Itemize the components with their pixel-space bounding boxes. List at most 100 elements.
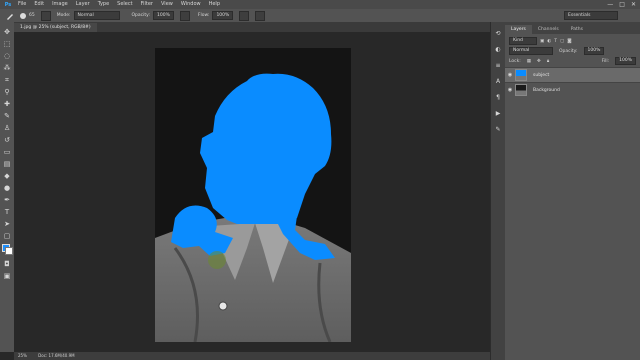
filter-shape-icon[interactable]: ▢ [560, 39, 564, 44]
menu-image[interactable]: Image [52, 0, 68, 9]
brush-picker[interactable]: 65 [20, 12, 35, 19]
filter-type-icon[interactable]: T [554, 39, 557, 44]
photo-image [155, 48, 351, 342]
brush-icon [7, 13, 13, 20]
screen-mode-icon[interactable]: ▣ [3, 272, 11, 280]
visibility-eye-icon[interactable]: ◉ [505, 87, 515, 93]
brush-tool-preset[interactable] [6, 12, 14, 20]
flow-label: Flow: [197, 13, 210, 18]
menu-help[interactable]: Help [209, 0, 220, 9]
minimize-button[interactable]: — [607, 1, 613, 8]
visibility-eye-icon[interactable]: ◉ [505, 72, 515, 78]
document-canvas[interactable] [155, 48, 351, 342]
airbrush-icon [239, 10, 250, 21]
airbrush-toggle[interactable] [239, 10, 250, 21]
history-icon[interactable]: ⟲ [494, 30, 502, 38]
blur-tool-icon[interactable]: ◆ [3, 172, 11, 180]
menu-select[interactable]: Select [117, 0, 132, 9]
character-icon[interactable]: A [494, 78, 502, 86]
type-tool-icon[interactable]: T [3, 208, 11, 216]
mode-select[interactable]: Normal [73, 11, 120, 20]
properties-icon[interactable]: ≡ [494, 62, 502, 70]
blend-mode-row: Normal Opacity: 100% [509, 47, 636, 55]
brush-tool-icon[interactable]: ✎ [3, 112, 11, 120]
pressure-opacity-toggle[interactable] [179, 10, 190, 21]
tab-paths[interactable]: Paths [565, 25, 589, 34]
pen-tool-icon[interactable]: ✒ [3, 196, 11, 204]
layer-kind-filter[interactable]: Kind [509, 37, 537, 45]
crop-tool-icon[interactable]: ⌗ [3, 76, 11, 84]
lock-move-icon[interactable]: ✥ [537, 59, 541, 64]
tools-panel: ✥ ⬚ ◌ ⁂ ⌗ ⚲ ✚ ✎ ♙ ↺ ▭ ▤ ◆ ● ✒ T ➤ ▢ ◘ ▣ [0, 22, 15, 352]
quick-select-tool-icon[interactable]: ⁂ [3, 64, 11, 72]
adjustments-icon[interactable]: ◐ [494, 46, 502, 54]
brush-tip-icon [20, 12, 26, 19]
menu-file[interactable]: File [18, 0, 26, 9]
panel-tabs: Layers Channels Paths [505, 22, 640, 34]
move-tool-icon[interactable]: ✥ [3, 28, 11, 36]
close-button[interactable]: ✕ [631, 1, 636, 8]
shape-tool-icon[interactable]: ▢ [3, 232, 11, 240]
filter-pixel-icon[interactable]: ▣ [540, 39, 544, 44]
workspace-select[interactable]: Essentials [564, 11, 618, 20]
path-select-tool-icon[interactable]: ➤ [3, 220, 11, 228]
filter-smart-icon[interactable]: ◙ [567, 39, 571, 44]
paragraph-icon[interactable]: ¶ [494, 94, 502, 102]
layer-row-subject[interactable]: ◉ subject [505, 67, 640, 82]
lock-pixels-icon[interactable]: ▦ [527, 59, 531, 64]
layer-name[interactable]: Background [533, 88, 560, 93]
brushes-icon[interactable]: ✎ [494, 126, 502, 134]
brush-panel-toggle[interactable] [40, 10, 51, 21]
fill-field[interactable]: 100% [615, 57, 636, 65]
menu-edit[interactable]: Edit [34, 0, 44, 9]
tab-layers[interactable]: Layers [505, 25, 532, 34]
tab-channels[interactable]: Channels [532, 25, 565, 34]
menu-type[interactable]: Type [98, 0, 109, 9]
actions-icon[interactable]: ▶ [494, 110, 502, 118]
layer-thumbnail [515, 69, 527, 81]
panel-opacity-field[interactable]: 100% [583, 47, 605, 55]
panel-dock: ⟲ ◐ ≡ A ¶ ▶ ✎ [490, 22, 505, 360]
layer-thumbnail [515, 84, 527, 96]
quick-mask-icon[interactable]: ◘ [3, 260, 11, 268]
layer-list: ◉ subject ◉ Background [505, 67, 640, 97]
app-logo: Ps [4, 1, 12, 8]
layer-name[interactable]: subject [533, 73, 549, 78]
zoom-level[interactable]: 25% [18, 353, 27, 358]
menu-window[interactable]: Window [181, 0, 201, 9]
layer-row-background[interactable]: ◉ Background [505, 82, 640, 97]
opacity-field[interactable]: 100% [153, 11, 174, 20]
pressure-icon [179, 10, 190, 21]
history-brush-tool-icon[interactable]: ↺ [3, 136, 11, 144]
document-tab-bar: 1.jpg @ 25% (subject, RGB/8#) [14, 23, 490, 32]
blend-mode-select[interactable]: Normal [509, 47, 553, 55]
eyedropper-tool-icon[interactable]: ⚲ [3, 88, 11, 96]
lock-row: Lock: ▦ ✥ 🔒︎ Fill: 100% [509, 57, 636, 65]
pressure-size-toggle[interactable] [255, 10, 266, 21]
menu-layer[interactable]: Layer [76, 0, 90, 9]
filter-adjustment-icon[interactable]: ◐ [547, 39, 551, 44]
menu-view[interactable]: View [161, 0, 173, 9]
gradient-tool-icon[interactable]: ▤ [3, 160, 11, 168]
opacity-label: Opacity: [131, 13, 151, 18]
fill-label: Fill: [601, 58, 610, 64]
layers-panel: Layers Channels Paths Kind ▣ ◐ T ▢ ◙ Nor… [505, 22, 640, 360]
menu-bar: Ps File Edit Image Layer Type Select Fil… [0, 0, 640, 9]
healing-tool-icon[interactable]: ✚ [3, 100, 11, 108]
marquee-tool-icon[interactable]: ⬚ [3, 40, 11, 48]
mode-label: Mode: [56, 13, 71, 18]
document-tab[interactable]: 1.jpg @ 25% (subject, RGB/8#) [14, 23, 97, 32]
layer-filter-row: Kind ▣ ◐ T ▢ ◙ [509, 37, 636, 45]
canvas-area[interactable] [14, 32, 490, 352]
background-color-swatch[interactable] [5, 247, 13, 255]
clone-stamp-tool-icon[interactable]: ♙ [3, 124, 11, 132]
flow-field[interactable]: 100% [212, 11, 234, 20]
maximize-button[interactable]: □ [619, 1, 625, 8]
menu-filter[interactable]: Filter [141, 0, 153, 9]
panel-opacity-label: Opacity: [559, 48, 578, 54]
lasso-tool-icon[interactable]: ◌ [3, 52, 11, 60]
dodge-tool-icon[interactable]: ● [3, 184, 11, 192]
lock-all-icon[interactable]: 🔒︎ [547, 58, 549, 64]
photoshop-window: Ps File Edit Image Layer Type Select Fil… [0, 0, 640, 360]
eraser-tool-icon[interactable]: ▭ [3, 148, 11, 156]
